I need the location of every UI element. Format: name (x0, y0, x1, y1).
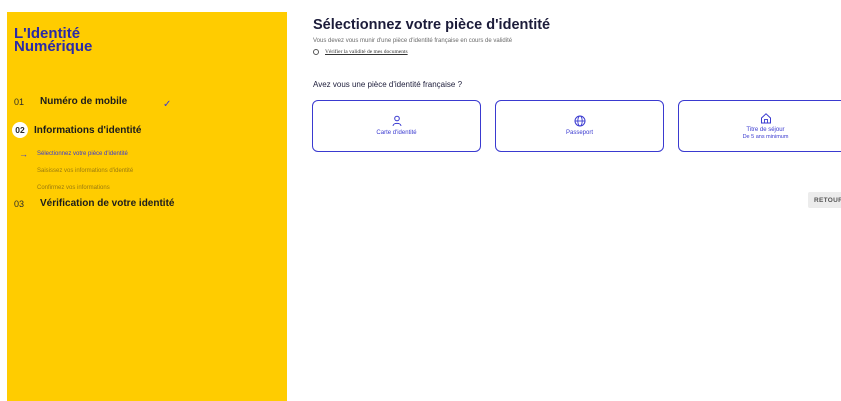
sidebar: L'Identité Numérique 01 Numéro de mobile… (7, 12, 287, 401)
step-number: 01 (14, 96, 25, 107)
step-label: Vérification de votre identité (40, 198, 175, 209)
back-button[interactable]: RETOUR (808, 192, 841, 208)
logo: L'Identité Numérique (14, 26, 93, 55)
card-label: Passeport (565, 130, 593, 136)
globe-icon (574, 115, 585, 127)
card-passport[interactable]: Passeport (495, 100, 664, 152)
card-label: Carte d'identité (376, 130, 417, 136)
step-verification[interactable]: 03 Vérification de votre identité (14, 198, 174, 209)
substep-enter-info[interactable]: Saisissez vos informations d'identité (37, 168, 133, 174)
step-number: 02 (12, 122, 28, 138)
step-mobile[interactable]: 01 Numéro de mobile (14, 96, 127, 107)
arrow-right-icon: → (19, 149, 28, 159)
verify-documents[interactable]: Vérifier la validité de mes documents (313, 49, 408, 55)
step-label: Informations d'identité (34, 124, 142, 136)
page-subtitle: Vous devez vous munir d'une pièce d'iden… (313, 38, 513, 44)
info-icon (313, 49, 319, 55)
home-icon (760, 113, 771, 124)
card-label: Titre de séjour (746, 127, 785, 133)
card-residence-permit[interactable]: Titre de séjour De 5 ans minimum (678, 100, 841, 152)
person-icon (392, 115, 401, 127)
document-question: Avez vous une pièce d'identité française… (313, 80, 463, 89)
step-label: Numéro de mobile (40, 96, 128, 107)
verify-documents-link[interactable]: Vérifier la validité de mes documents (325, 49, 408, 55)
card-identity-card[interactable]: Carte d'identité (312, 100, 481, 152)
step-number: 03 (14, 198, 25, 209)
step-identity-info[interactable]: 02 Informations d'identité (12, 122, 141, 138)
substep-confirm-info[interactable]: Confirmez vos informations (37, 185, 110, 191)
check-icon: ✓ (163, 99, 172, 110)
substep-select-document[interactable]: Sélectionnez votre pièce d'identité (37, 151, 128, 157)
logo-line-2: Numérique (14, 38, 93, 55)
page-title: Sélectionnez votre pièce d'identité (313, 17, 551, 33)
card-sublabel: De 5 ans minimum (742, 134, 789, 140)
